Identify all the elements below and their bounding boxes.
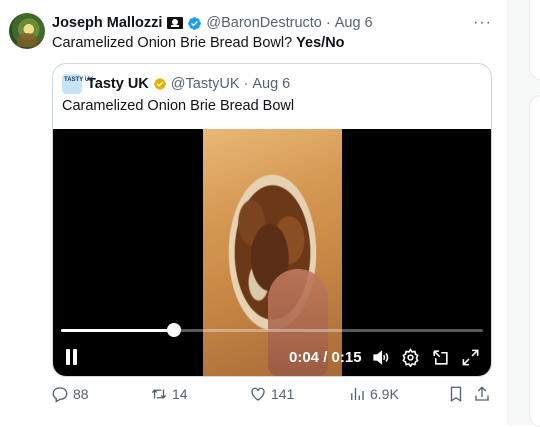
tweet-text: Caramelized Onion Brie Bread Bowl? Yes/No <box>52 35 345 51</box>
quoted-author-name[interactable]: Tasty UK <box>87 76 149 92</box>
video-progress-handle[interactable] <box>167 323 181 337</box>
sidebar-card <box>529 95 540 427</box>
pip-icon[interactable] <box>431 348 450 367</box>
tweet-date[interactable]: Aug 6 <box>335 15 373 31</box>
tweet-header: Joseph Mallozzi @BaronDestructo · Aug 6 <box>52 14 373 32</box>
volume-icon[interactable] <box>371 348 390 367</box>
quoted-tweet-text: Caramelized Onion Brie Bread Bowl <box>62 98 295 114</box>
separator-dot: · <box>243 76 249 92</box>
bookmark-button[interactable] <box>447 385 465 403</box>
verified-badge-icon[interactable] <box>187 16 202 31</box>
settings-icon[interactable] <box>401 348 420 367</box>
fullscreen-icon[interactable] <box>461 348 480 367</box>
reply-button[interactable]: 88 <box>51 385 89 403</box>
views-count: 6.9K <box>370 386 399 402</box>
like-button[interactable]: 141 <box>249 385 294 403</box>
quoted-avatar[interactable]: TASTY UK <box>62 74 94 94</box>
more-icon[interactable]: ··· <box>473 14 492 32</box>
like-icon <box>251 387 265 401</box>
reply-icon <box>52 387 68 403</box>
quoted-author-handle[interactable]: @TastyUK <box>171 76 240 92</box>
retweet-icon <box>151 389 167 399</box>
like-count: 141 <box>271 386 295 402</box>
author-name[interactable]: Joseph Mallozzi <box>52 15 162 31</box>
video-player[interactable]: 0:04 / 0:15 <box>53 129 491 376</box>
pause-icon[interactable] <box>65 349 79 365</box>
reply-count: 88 <box>73 386 89 402</box>
share-icon <box>475 386 489 401</box>
sidebar-card <box>529 0 540 80</box>
tweet-text-bold: Yes/No <box>296 35 345 51</box>
avatar[interactable] <box>9 13 45 49</box>
tweet-actions: 88 14 141 6.9K <box>0 385 507 405</box>
retweet-button[interactable]: 14 <box>150 385 188 403</box>
quoted-tweet-header: TASTY UK Tasty UK @TastyUK · Aug 6 <box>62 74 290 94</box>
verified-badge-icon[interactable] <box>153 77 167 91</box>
tweet-text-main: Caramelized Onion Brie Bread Bowl? <box>52 35 293 51</box>
retweet-count: 14 <box>172 386 188 402</box>
quoted-date[interactable]: Aug 6 <box>252 76 290 92</box>
flag-icon <box>167 17 184 29</box>
video-time: 0:04 / 0:15 <box>289 349 362 366</box>
bookmark-icon <box>450 386 462 403</box>
quoted-tweet[interactable]: TASTY UK Tasty UK @TastyUK · Aug 6 Caram… <box>52 63 492 377</box>
video-progress-fill <box>61 329 174 332</box>
share-button[interactable] <box>473 385 491 403</box>
views-icon <box>351 388 364 400</box>
views-button[interactable]: 6.9K <box>348 385 399 403</box>
quoted-avatar-text: TASTY UK <box>64 77 94 83</box>
author-handle[interactable]: @BaronDestructo <box>206 15 321 31</box>
separator-dot: · <box>325 15 331 31</box>
